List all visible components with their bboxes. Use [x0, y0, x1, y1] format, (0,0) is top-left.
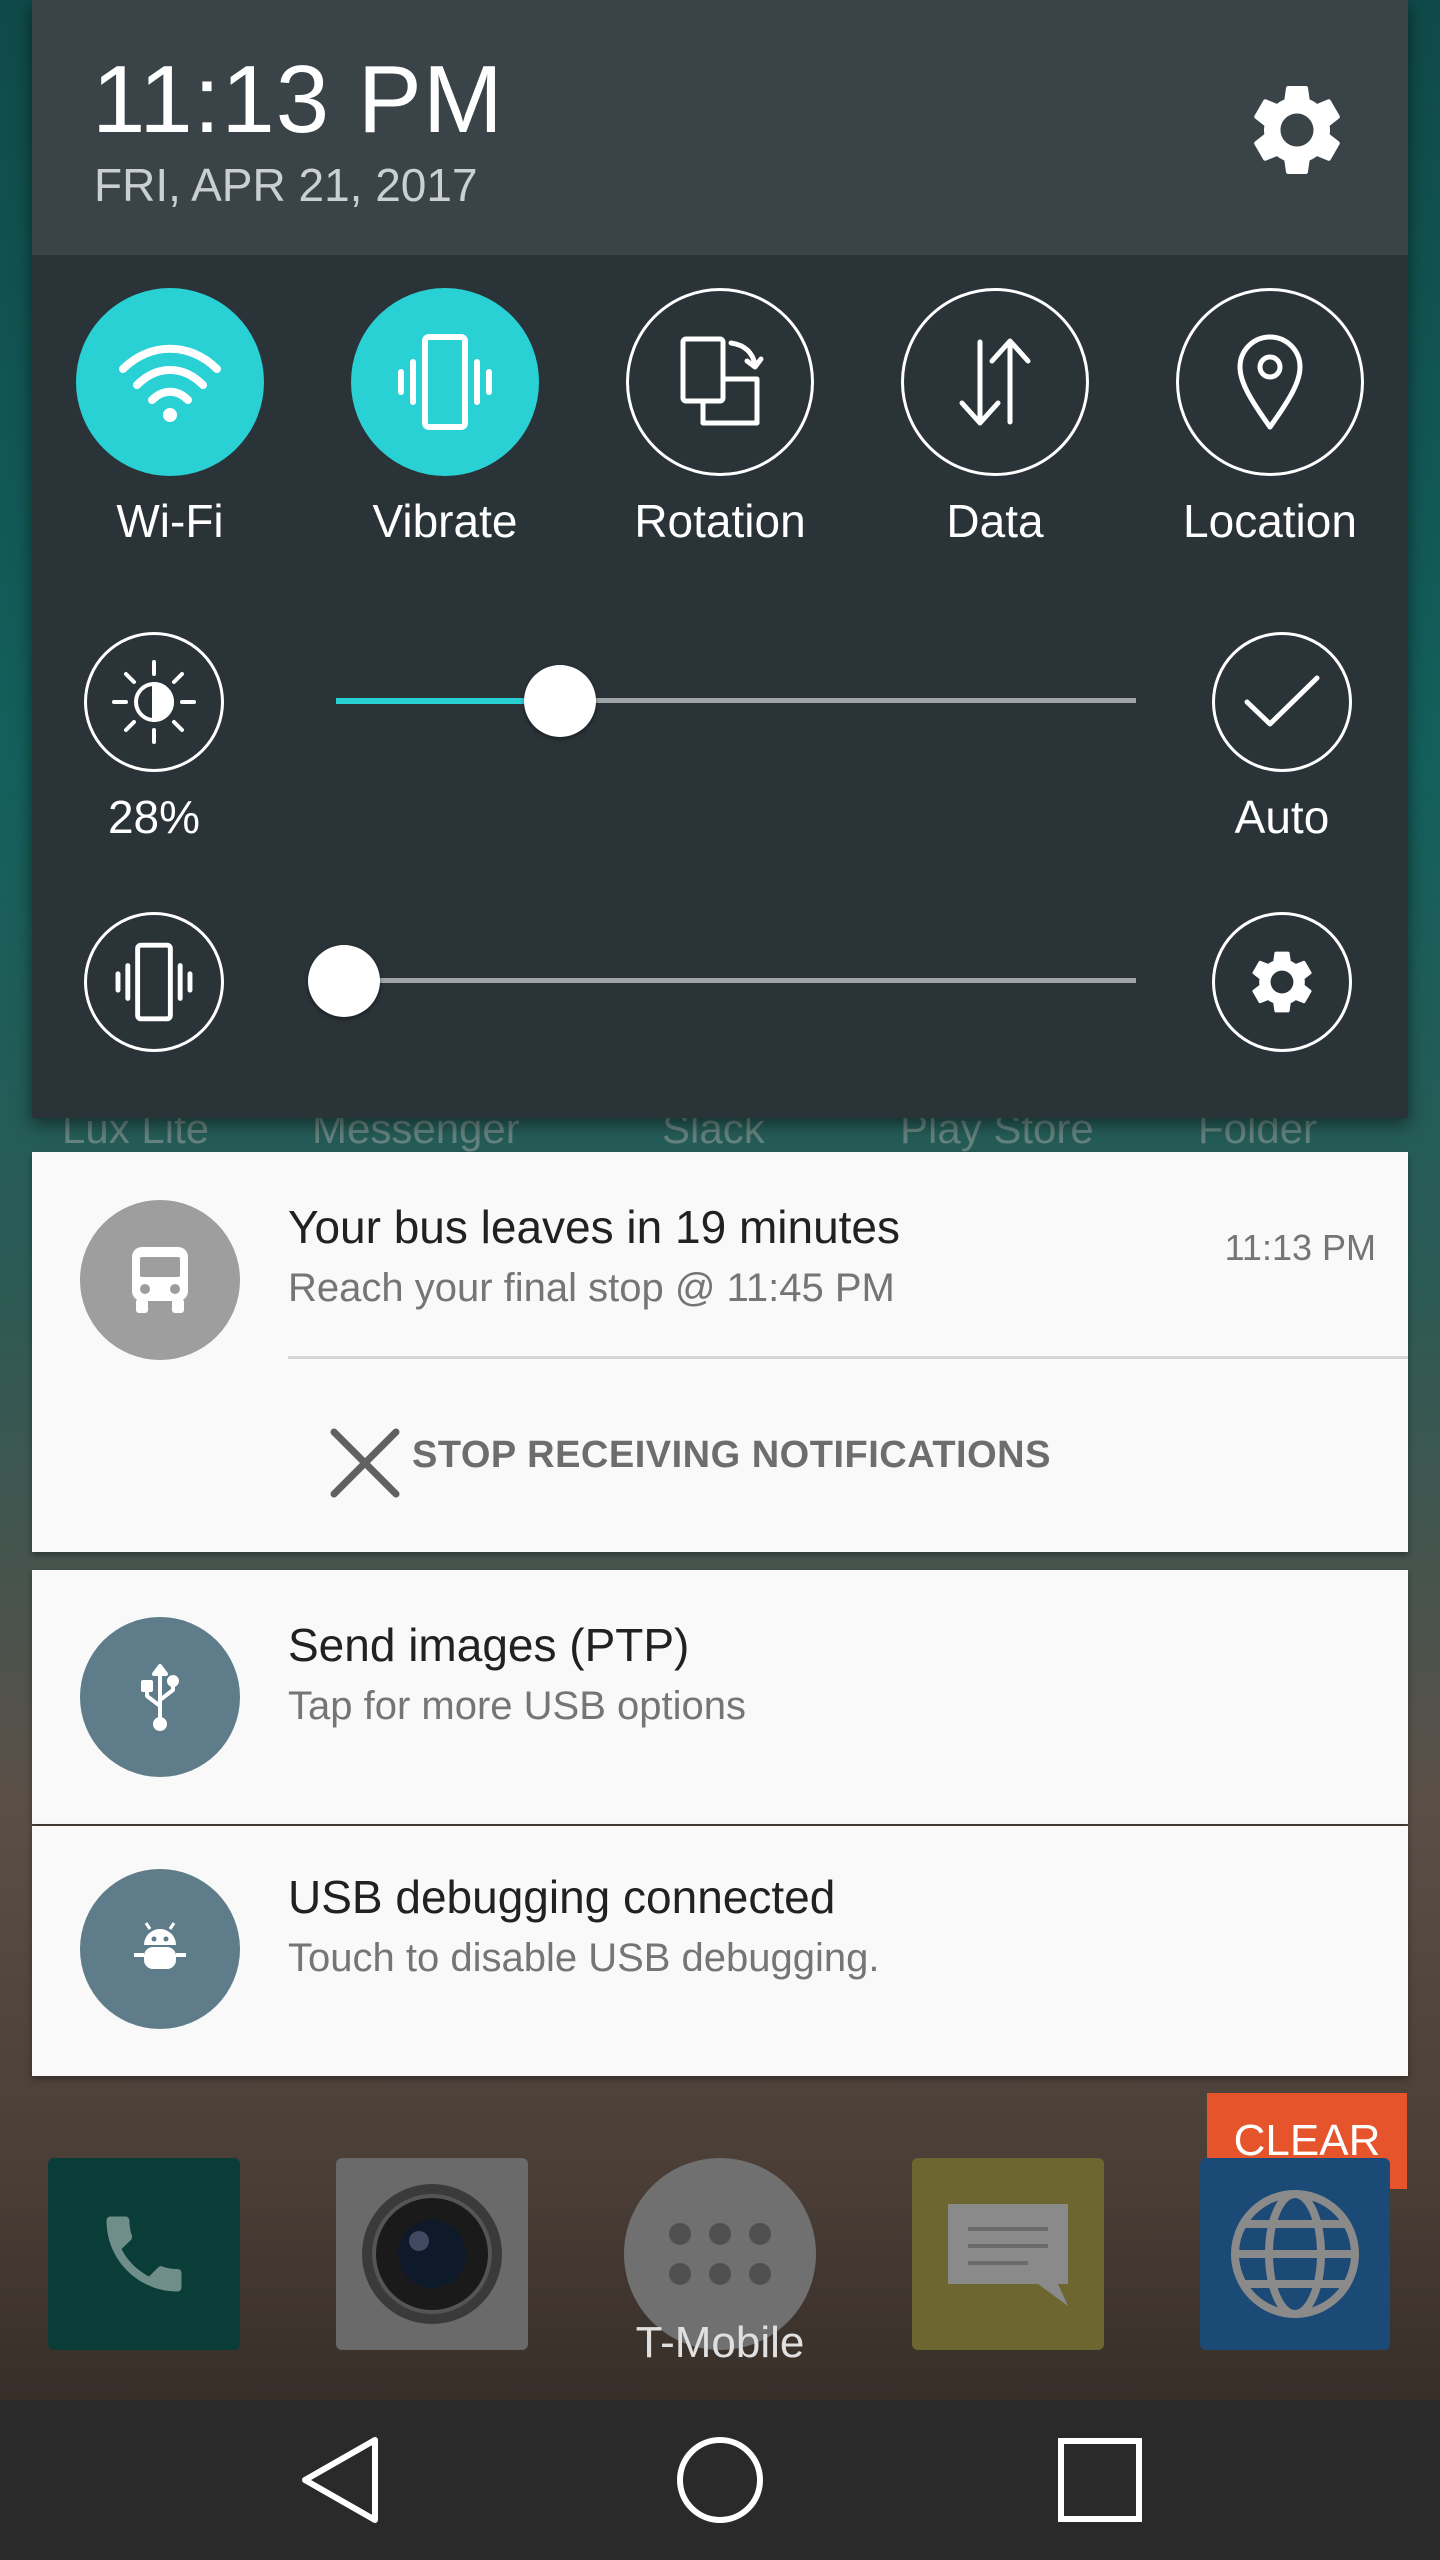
back-button[interactable]	[260, 2400, 420, 2560]
volume-thumb[interactable]	[308, 945, 380, 1017]
notification-usb-debugging[interactable]: USB debugging connected Touch to disable…	[32, 1826, 1408, 2076]
notification-bus-text: Reach your final stop @ 11:45 PM	[288, 1266, 895, 1310]
tile-vibrate-label: Vibrate	[372, 495, 518, 547]
clock: 11:13 PM	[92, 46, 504, 153]
checkmark-icon	[1244, 675, 1320, 727]
tile-location[interactable]: Location	[1174, 288, 1366, 548]
location-pin-icon	[1237, 334, 1303, 430]
tile-data-label: Data	[946, 495, 1044, 547]
tile-data[interactable]: Data	[899, 288, 1091, 548]
vibrate-volume-button[interactable]	[84, 912, 224, 1052]
notification-debug-title: USB debugging connected	[288, 1871, 836, 1923]
camera-icon	[362, 2184, 502, 2324]
notification-usb-avatar	[80, 1617, 240, 1777]
dock-messages[interactable]	[912, 2158, 1104, 2350]
close-icon	[330, 1428, 400, 1498]
notification-bus-time: 11:13 PM	[1224, 1227, 1376, 1268]
tile-data-toggle[interactable]	[901, 288, 1089, 476]
notification-bus-avatar	[80, 1200, 240, 1360]
tile-location-toggle[interactable]	[1176, 288, 1364, 476]
apps-grid-icon	[669, 2223, 771, 2285]
navigation-bar	[0, 2400, 1440, 2560]
tile-wifi-toggle[interactable]	[76, 288, 264, 476]
back-icon	[302, 2437, 378, 2523]
usb-icon	[141, 1664, 179, 1731]
date: FRI, APR 21, 2017	[94, 159, 478, 211]
gear-icon	[1254, 85, 1340, 174]
volume-track	[336, 978, 1136, 983]
dock-browser[interactable]	[1200, 2158, 1390, 2350]
bus-icon	[132, 1247, 188, 1313]
brightness-percent: 28%	[107, 791, 201, 843]
home-icon	[677, 2437, 763, 2523]
stop-notifications-label: STOP RECEIVING NOTIFICATIONS	[412, 1434, 1051, 1476]
notification-usb-text: Tap for more USB options	[288, 1684, 746, 1728]
notification-bus-title: Your bus leaves in 19 minutes	[288, 1201, 901, 1253]
tile-vibrate-toggle[interactable]	[351, 288, 539, 476]
notification-usb-title: Send images (PTP)	[288, 1619, 690, 1671]
sound-settings-button[interactable]	[1212, 912, 1352, 1052]
recents-icon	[1058, 2438, 1142, 2522]
rotation-icon	[680, 336, 764, 426]
tile-rotation-toggle[interactable]	[626, 288, 814, 476]
phone-icon	[106, 2216, 182, 2292]
quick-settings-panel: 11:13 PM FRI, APR 21, 2017 Wi-Fi Vibrate	[32, 0, 1408, 1118]
tile-location-label: Location	[1183, 495, 1357, 547]
tile-rotation-label: Rotation	[634, 495, 806, 547]
brightness-thumb[interactable]	[524, 665, 596, 737]
globe-icon	[1231, 2190, 1359, 2318]
recents-button[interactable]	[1020, 2400, 1180, 2560]
tile-wifi[interactable]: Wi-Fi	[74, 288, 266, 548]
vibrate-icon	[398, 334, 492, 430]
auto-brightness-label: Auto	[1234, 791, 1330, 843]
notification-usb-ptp[interactable]: Send images (PTP) Tap for more USB optio…	[32, 1570, 1408, 1824]
data-arrows-icon	[959, 338, 1031, 426]
brightness-icon	[112, 660, 196, 744]
panel-header: 11:13 PM FRI, APR 21, 2017	[32, 0, 1408, 255]
settings-button[interactable]	[1242, 75, 1352, 185]
wifi-icon	[119, 344, 221, 422]
gear-icon	[1252, 951, 1312, 1013]
notification-debug-avatar	[80, 1869, 240, 2029]
notification-debug-text: Touch to disable USB debugging.	[288, 1936, 880, 1980]
vibrate-icon	[115, 942, 193, 1022]
dock-camera[interactable]	[336, 2158, 528, 2350]
notification-bus[interactable]: Your bus leaves in 19 minutes Reach your…	[32, 1152, 1408, 1552]
carrier-label: T-Mobile	[635, 2318, 805, 2367]
brightness-button[interactable]	[84, 632, 224, 772]
message-icon	[948, 2204, 1068, 2306]
stop-notifications-button[interactable]: STOP RECEIVING NOTIFICATIONS	[288, 1392, 1188, 1522]
auto-brightness-button[interactable]	[1212, 632, 1352, 772]
tile-rotation[interactable]: Rotation	[624, 288, 816, 548]
tile-wifi-label: Wi-Fi	[116, 495, 224, 547]
dock-phone[interactable]	[48, 2158, 240, 2350]
tile-vibrate[interactable]: Vibrate	[349, 288, 541, 548]
notification-divider	[288, 1356, 1408, 1359]
home-button[interactable]	[640, 2400, 800, 2560]
android-debug-icon	[134, 1922, 186, 1969]
